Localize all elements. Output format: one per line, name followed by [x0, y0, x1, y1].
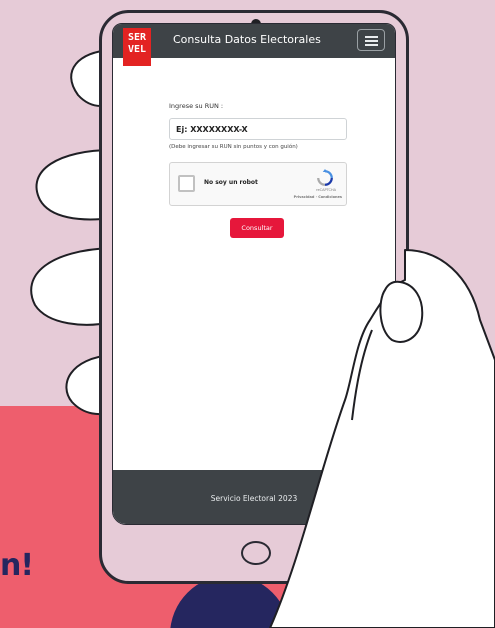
illustration-stage: n! SER VEL Consulta Datos Electorales In…: [0, 0, 495, 628]
logo-line-2: VEL: [127, 44, 147, 55]
servel-logo: SER VEL: [123, 28, 151, 66]
hand-thumb-illustration: [269, 249, 495, 628]
logo-line-1: SER: [127, 32, 147, 43]
